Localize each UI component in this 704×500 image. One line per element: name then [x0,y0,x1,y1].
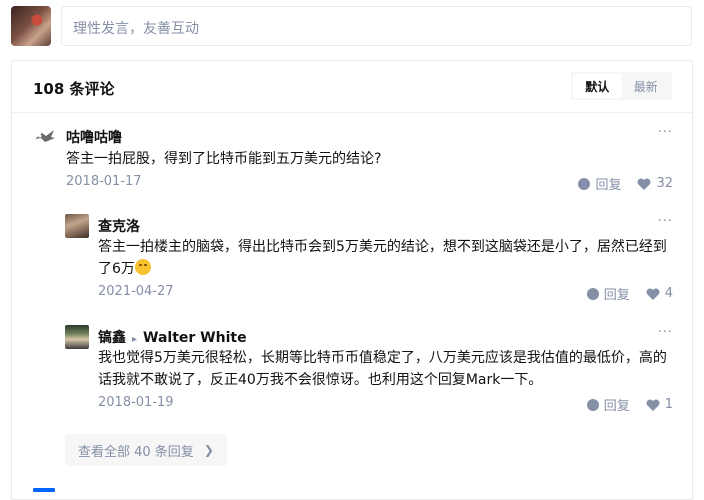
like-count: 32 [656,176,673,191]
heart-icon [637,178,651,190]
reply-button[interactable]: 回复 [586,284,630,303]
comment-actions: 回复 1 [586,395,673,414]
comment-author[interactable]: 查克洛 [98,216,140,236]
comment-bubble-icon [578,177,591,190]
avatar[interactable] [33,125,57,149]
comment-author[interactable]: 镐鑫 [98,330,126,346]
sort-tabs: 默认 最新 [571,72,672,100]
comment-item: 咕噜咕噜 ··· 答主一拍屁股，得到了比特币能到五万美元的结论? 2018-01… [33,125,673,195]
like-count: 1 [664,397,673,412]
reply-button[interactable]: 回复 [586,395,630,414]
comment-date: 2018-01-17 [66,174,142,189]
next-comment-edge [33,488,55,492]
comment-item: 查克洛 ··· 答主一拍楼主的脑袋，得出比特币会到5万美元的结论，想不到这脑袋还… [65,214,673,304]
tab-latest[interactable]: 最新 [622,74,671,98]
heart-icon [646,288,660,300]
comment-text: 答主一拍楼主的脑袋，得出比特币会到5万美元的结论，想不到这脑袋还是小了，居然已经… [98,239,667,277]
comments-count-title: 108 条评论 [33,80,115,98]
view-all-label: 查看全部 40 条回复 [78,444,194,460]
comment-item: 镐鑫 ▸ Walter White ··· 我也觉得5万美元很轻松，长期等比特币币值… [65,325,673,415]
comment-input-placeholder: 理性发言，友善互动 [73,21,199,37]
like-count: 4 [664,286,673,301]
comment-author[interactable]: 咕噜咕噜 [66,127,122,147]
reply-button[interactable]: 回复 [578,174,621,193]
like-button[interactable]: 1 [646,397,673,412]
comment-content: 答主一拍楼主的脑袋，得出比特币会到5万美元的结论，想不到这脑袋还是小了，居然已经… [98,236,673,280]
user-avatar[interactable] [11,6,51,46]
comment-content: 答主一拍屁股，得到了比特币能到五万美元的结论? [66,151,382,167]
reply-to-user[interactable]: Walter White [143,330,247,346]
avatar[interactable] [65,214,89,238]
comment-bubble-icon [586,287,599,300]
comment-actions: 回复 4 [586,284,673,303]
more-options-icon[interactable]: ··· [658,325,673,340]
heart-icon [646,399,660,411]
comment-content: 我也觉得5万美元很轻松，长期等比特币币值稳定了，八万美元应该是我估值的最低价，高… [98,350,667,388]
comment-date: 2021-04-27 [98,284,174,299]
reply-label: 回复 [603,399,630,414]
like-button[interactable]: 32 [637,176,673,191]
chevron-right-icon: ❯ [203,443,214,457]
reply-arrow-icon: ▸ [132,334,138,345]
more-options-icon[interactable]: ··· [658,214,673,229]
more-options-icon[interactable]: ··· [658,125,673,140]
reply-label: 回复 [603,288,630,303]
view-all-replies-button[interactable]: 查看全部 40 条回复 ❯ [65,434,227,466]
comment-date: 2018-01-19 [98,395,174,410]
like-button[interactable]: 4 [646,286,673,301]
comments-panel: 108 条评论 默认 最新 咕噜咕噜 ··· 答主一拍屁股，得到了比特币能到五万… [11,60,693,500]
comment-author-line: 镐鑫 ▸ Walter White [98,327,247,347]
emoji-icon [134,259,151,275]
header-divider [12,112,692,113]
comment-input[interactable]: 理性发言，友善互动 [61,6,692,46]
reply-label: 回复 [595,178,622,193]
comment-bubble-icon [586,398,599,411]
avatar[interactable] [65,325,89,349]
tab-default[interactable]: 默认 [573,74,622,98]
comment-actions: 回复 32 [578,174,673,193]
